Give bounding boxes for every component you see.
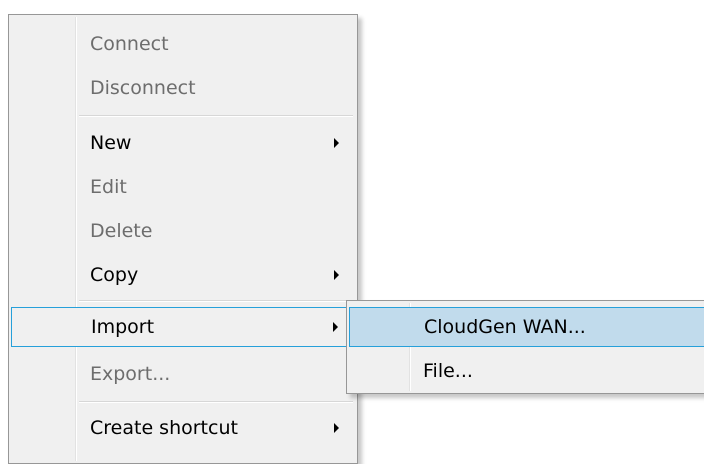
menu-item-label: Delete xyxy=(90,220,153,242)
menu-item-label: Export... xyxy=(90,363,171,385)
menu-item-label: CloudGen WAN... xyxy=(424,316,586,338)
menu-item-export[interactable]: Export... xyxy=(11,354,355,394)
import-submenu: CloudGen WAN... File... xyxy=(346,300,704,394)
menu-item-delete[interactable]: Delete xyxy=(11,211,355,251)
menu-item-create-shortcut[interactable]: Create shortcut xyxy=(11,408,355,448)
menu-item-copy[interactable]: Copy xyxy=(11,255,355,295)
menu-item-edit[interactable]: Edit xyxy=(11,167,355,207)
menu-item-label: File... xyxy=(423,360,473,382)
menu-separator xyxy=(79,300,353,302)
menu-separator xyxy=(79,401,353,403)
menu-item-label: Create shortcut xyxy=(90,417,238,439)
menu-item-label: Connect xyxy=(90,33,169,55)
context-menu: Connect Disconnect New Edit Delete Copy … xyxy=(8,14,358,464)
submenu-item-file[interactable]: File... xyxy=(349,351,704,391)
menu-item-label: Copy xyxy=(90,264,139,286)
submenu-arrow-icon xyxy=(334,423,339,433)
menu-item-disconnect[interactable]: Disconnect xyxy=(11,68,355,108)
menu-item-label: Disconnect xyxy=(90,77,196,99)
menu-item-connect[interactable]: Connect xyxy=(11,24,355,64)
menu-item-label: Import xyxy=(91,316,155,338)
submenu-item-cloudgen-wan[interactable]: CloudGen WAN... xyxy=(349,307,704,347)
menu-item-label: Edit xyxy=(90,176,127,198)
menu-item-new[interactable]: New xyxy=(11,123,355,163)
submenu-arrow-icon xyxy=(333,322,338,332)
menu-item-import[interactable]: Import xyxy=(11,307,355,347)
menu-separator xyxy=(79,115,353,117)
menu-item-label: New xyxy=(90,132,132,154)
submenu-arrow-icon xyxy=(334,270,339,280)
submenu-arrow-icon xyxy=(334,138,339,148)
